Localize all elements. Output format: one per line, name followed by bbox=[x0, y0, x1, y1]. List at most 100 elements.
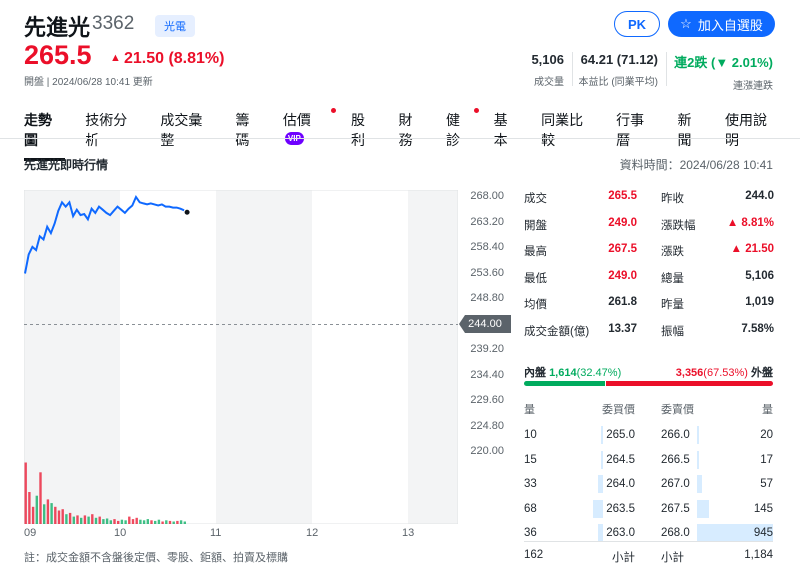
tab-label: 成交彙整 bbox=[160, 112, 203, 148]
tab-1[interactable]: 技術分析 bbox=[85, 110, 140, 161]
volume-bar bbox=[68, 512, 72, 524]
tab-2[interactable]: 成交彙整 bbox=[160, 110, 215, 161]
stat-row: 成交 265.5 bbox=[524, 190, 637, 206]
tab-4[interactable]: 估價VIP bbox=[283, 108, 336, 161]
subtotal-label: 小計 bbox=[612, 552, 635, 564]
volume-bar bbox=[83, 515, 87, 524]
up-arrow-icon: ▲ bbox=[110, 52, 124, 64]
outer-ratio-fill bbox=[606, 381, 773, 386]
ask-qty: 145 bbox=[753, 502, 773, 515]
tab-label: 走勢圖 bbox=[24, 112, 52, 148]
order-book-header: 量 bbox=[762, 404, 773, 416]
tab-3[interactable]: 籌碼 bbox=[235, 110, 263, 161]
tab-label: 股利 bbox=[350, 112, 365, 148]
stat-value: 1,019 bbox=[745, 296, 774, 308]
volume-bar bbox=[161, 521, 164, 524]
volume-bar bbox=[165, 520, 168, 524]
volume-bar bbox=[24, 462, 27, 524]
order-book-header: 量 bbox=[524, 404, 535, 416]
volume-bar bbox=[43, 504, 46, 524]
outer-plate: 3,356(67.53%) 外盤 bbox=[676, 364, 773, 380]
tab-6[interactable]: 財務 bbox=[399, 110, 427, 161]
stat-value: 249.0 bbox=[608, 269, 637, 282]
volume-bar bbox=[179, 520, 183, 524]
ask-price: 266.5 bbox=[661, 453, 690, 466]
tab-11[interactable]: 新聞 bbox=[677, 110, 705, 161]
stat-value: 265.5 bbox=[608, 190, 637, 202]
tab-label: 新聞 bbox=[677, 112, 692, 148]
stat-value: ▲ 8.81% bbox=[726, 216, 774, 229]
bid-price: 264.0 bbox=[606, 478, 635, 490]
tab-label: 籌碼 bbox=[235, 112, 250, 148]
hour-band bbox=[408, 190, 458, 524]
volume-bar bbox=[139, 519, 142, 524]
stat-label: 最高 bbox=[524, 246, 547, 258]
volume-bar bbox=[91, 514, 94, 524]
ask-qty: 945 bbox=[753, 527, 773, 539]
bid-price: 264.5 bbox=[606, 453, 635, 466]
volume-bar bbox=[183, 521, 186, 524]
stock-code: 3362 bbox=[92, 13, 135, 34]
subtotal-label: 小計 bbox=[661, 552, 684, 564]
y-tick-label: 268.00 bbox=[470, 190, 504, 202]
stat-value: 244.0 bbox=[745, 190, 774, 202]
stat-label: 總量 bbox=[661, 272, 684, 285]
stock-name: 先進光 bbox=[24, 15, 91, 40]
bid-qty: 36 bbox=[524, 527, 537, 539]
tab-7[interactable]: 健診 bbox=[446, 108, 479, 161]
pk-button[interactable]: PK bbox=[614, 11, 660, 37]
tab-0[interactable]: 走勢圖 bbox=[24, 110, 66, 161]
volume-bar bbox=[142, 520, 146, 524]
volume-bar bbox=[76, 515, 79, 524]
ask-price: 268.0 bbox=[661, 527, 690, 539]
volume-bar bbox=[46, 499, 50, 524]
ask-qty: 57 bbox=[760, 478, 773, 490]
tab-9[interactable]: 同業比較 bbox=[541, 110, 596, 161]
outer-pct: (67.53%) bbox=[703, 367, 748, 379]
inner-ratio-fill bbox=[524, 381, 605, 386]
x-tick-label: 13 bbox=[402, 527, 415, 539]
add-watchlist-button[interactable]: ☆ 加入自選股 bbox=[668, 11, 775, 37]
kpi-streak: 連2跌 (▼ 2.01%) 連漲連跌 bbox=[674, 52, 773, 92]
x-tick-label: 12 bbox=[306, 527, 319, 539]
stat-label: 均價 bbox=[524, 299, 547, 311]
stat-value: 267.5 bbox=[608, 243, 637, 255]
ask-qty: 20 bbox=[760, 429, 773, 441]
stat-row: 總量 5,106 bbox=[661, 270, 774, 286]
kpi-streak-value: 連2跌 (▼ 2.01%) bbox=[674, 55, 773, 70]
tab-12[interactable]: 使用說明 bbox=[725, 110, 780, 161]
industry-tag[interactable]: 光電 bbox=[155, 15, 195, 37]
ask-price: 266.0 bbox=[661, 429, 690, 441]
stat-row: 最高 267.5 bbox=[524, 243, 637, 259]
tab-10[interactable]: 行事曆 bbox=[616, 110, 657, 161]
tab-5[interactable]: 股利 bbox=[351, 110, 379, 161]
stat-value: 13.37 bbox=[608, 322, 637, 335]
footnote: 註：成交金額不含盤後定價、零股、鉅額、拍賣及標購 bbox=[24, 552, 288, 564]
bid-qty: 33 bbox=[524, 478, 537, 490]
tab-8[interactable]: 基本 bbox=[494, 110, 522, 161]
volume-bar bbox=[50, 503, 53, 524]
tab-label: 行事曆 bbox=[616, 112, 645, 148]
volume-bar bbox=[65, 514, 68, 524]
stat-label: 開盤 bbox=[524, 219, 547, 232]
volume-bar bbox=[117, 520, 120, 524]
kpi-pe-value: 64.21 (71.12) bbox=[580, 52, 658, 67]
volume-bar bbox=[98, 516, 101, 524]
volume-bar bbox=[39, 472, 42, 524]
volume-bar bbox=[113, 519, 116, 524]
order-book-header: 委買價 bbox=[602, 404, 635, 416]
stat-value: 5,106 bbox=[745, 269, 774, 282]
volume-bar bbox=[124, 520, 127, 524]
volume-bar bbox=[172, 521, 175, 524]
stat-row: 漲跌 ▲ 21.50 bbox=[661, 243, 774, 259]
y-tick-label: 224.80 bbox=[470, 419, 504, 432]
tab-bar: 走勢圖 技術分析成交彙整籌碼估價VIP 股利財務健診基本同業比較 行事曆 新聞使用說明 bbox=[24, 108, 800, 161]
y-tick-label: 258.40 bbox=[470, 241, 504, 253]
volume-bar bbox=[154, 520, 157, 524]
y-tick-label: 234.40 bbox=[470, 368, 504, 381]
inner-outer-ratio-bar bbox=[524, 381, 773, 386]
intraday-chart[interactable] bbox=[24, 190, 458, 524]
volume-bar bbox=[105, 518, 109, 524]
inner-pct: (32.47%) bbox=[576, 367, 622, 379]
notification-dot bbox=[330, 108, 336, 113]
